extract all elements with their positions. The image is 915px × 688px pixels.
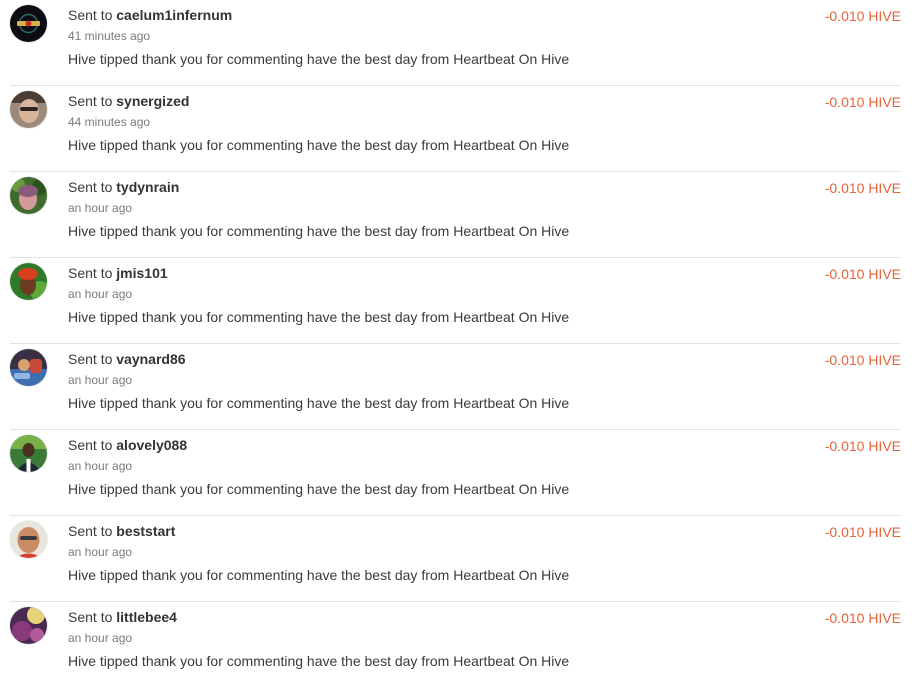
- transfer-memo: Hive tipped thank you for commenting hav…: [68, 137, 570, 153]
- transfer-history-list: Sent to caelum1infernum 41 minutes ago H…: [0, 0, 915, 683]
- transfer-title: Sent to alovely088: [68, 436, 187, 454]
- recipient-link[interactable]: littlebee4: [116, 609, 177, 625]
- avatar-alovely088[interactable]: [10, 435, 47, 472]
- transfer-timestamp: an hour ago: [68, 201, 133, 215]
- transfer-timestamp: an hour ago: [68, 373, 133, 387]
- avatar-vaynard86[interactable]: [10, 349, 47, 386]
- transfer-prefix: Sent to: [68, 93, 113, 109]
- transfer-title: Sent to jmis101: [68, 264, 168, 282]
- avatar-synergized[interactable]: [10, 91, 47, 128]
- person-avatar-icon: [10, 177, 47, 214]
- transfer-prefix: Sent to: [68, 437, 113, 453]
- recipient-link[interactable]: beststart: [116, 523, 175, 539]
- transfer-row: Sent to littlebee4 an hour ago Hive tipp…: [10, 602, 901, 688]
- transfer-amount: -0.010 HIVE: [824, 438, 901, 454]
- avatar-beststart[interactable]: [10, 521, 47, 558]
- recipient-link[interactable]: caelum1infernum: [116, 7, 232, 23]
- transfer-amount: -0.010 HIVE: [824, 352, 901, 368]
- recipient-link[interactable]: tydynrain: [116, 179, 179, 195]
- person-avatar-icon: [10, 263, 47, 300]
- transfer-title: Sent to littlebee4: [68, 608, 177, 626]
- transfer-prefix: Sent to: [68, 265, 113, 281]
- transfer-title: Sent to tydynrain: [68, 178, 179, 196]
- transfer-title: Sent to synergized: [68, 92, 189, 110]
- transfer-memo: Hive tipped thank you for commenting hav…: [68, 395, 570, 411]
- transfer-amount: -0.010 HIVE: [824, 610, 901, 626]
- transfer-timestamp: 41 minutes ago: [68, 29, 151, 43]
- dark-logo-avatar-icon: [10, 5, 47, 42]
- transfer-row: Sent to alovely088 an hour ago Hive tipp…: [10, 430, 901, 516]
- transfer-timestamp: an hour ago: [68, 545, 133, 559]
- transfer-amount: -0.010 HIVE: [824, 266, 901, 282]
- transfer-row: Sent to synergized 44 minutes ago Hive t…: [10, 86, 901, 172]
- transfer-prefix: Sent to: [68, 179, 113, 195]
- transfer-prefix: Sent to: [68, 609, 113, 625]
- recipient-link[interactable]: synergized: [116, 93, 189, 109]
- illustration-avatar-icon: [10, 349, 47, 386]
- avatar-caelum1infernum[interactable]: [10, 5, 47, 42]
- transfer-row: Sent to jmis101 an hour ago Hive tipped …: [10, 258, 901, 344]
- transfer-timestamp: an hour ago: [68, 459, 133, 473]
- transfer-row: Sent to beststart an hour ago Hive tippe…: [10, 516, 901, 602]
- transfer-title: Sent to beststart: [68, 522, 175, 540]
- recipient-link[interactable]: vaynard86: [116, 351, 185, 367]
- transfer-row: Sent to vaynard86 an hour ago Hive tippe…: [10, 344, 901, 430]
- transfer-prefix: Sent to: [68, 7, 113, 23]
- transfer-amount: -0.010 HIVE: [824, 524, 901, 540]
- transfer-row: Sent to caelum1infernum 41 minutes ago H…: [10, 0, 901, 86]
- recipient-link[interactable]: alovely088: [116, 437, 187, 453]
- person-avatar-icon: [10, 91, 47, 128]
- transfer-memo: Hive tipped thank you for commenting hav…: [68, 223, 570, 239]
- transfer-timestamp: an hour ago: [68, 287, 133, 301]
- avatar-littlebee4[interactable]: [10, 607, 47, 644]
- avatar-jmis101[interactable]: [10, 263, 47, 300]
- transfer-memo: Hive tipped thank you for commenting hav…: [68, 309, 570, 325]
- transfer-amount: -0.010 HIVE: [824, 180, 901, 196]
- illustration-avatar-icon: [10, 607, 47, 644]
- transfer-memo: Hive tipped thank you for commenting hav…: [68, 481, 570, 497]
- transfer-memo: Hive tipped thank you for commenting hav…: [68, 51, 570, 67]
- transfer-timestamp: an hour ago: [68, 631, 133, 645]
- transfer-title: Sent to caelum1infernum: [68, 6, 232, 24]
- transfer-amount: -0.010 HIVE: [824, 8, 901, 24]
- transfer-memo: Hive tipped thank you for commenting hav…: [68, 653, 570, 669]
- transfer-amount: -0.010 HIVE: [824, 94, 901, 110]
- transfer-prefix: Sent to: [68, 351, 113, 367]
- person-avatar-icon: [10, 521, 47, 558]
- person-avatar-icon: [10, 435, 47, 472]
- avatar-tydynrain[interactable]: [10, 177, 47, 214]
- transfer-timestamp: 44 minutes ago: [68, 115, 151, 129]
- transfer-prefix: Sent to: [68, 523, 113, 539]
- transfer-row: Sent to tydynrain an hour ago Hive tippe…: [10, 172, 901, 258]
- transfer-title: Sent to vaynard86: [68, 350, 186, 368]
- transfer-memo: Hive tipped thank you for commenting hav…: [68, 567, 570, 583]
- recipient-link[interactable]: jmis101: [116, 265, 167, 281]
